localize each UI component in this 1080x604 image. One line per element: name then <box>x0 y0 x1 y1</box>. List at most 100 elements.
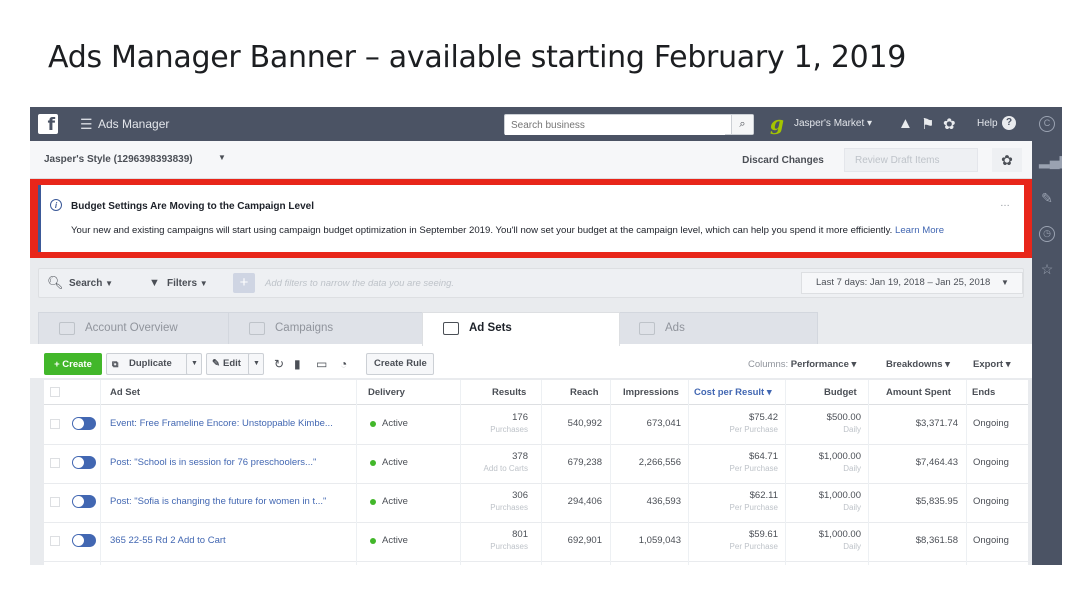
row-checkbox[interactable] <box>50 458 60 468</box>
notifications-bell-icon[interactable]: ▲ <box>898 115 913 132</box>
ad-set-name-link[interactable]: Post: "Sofia is changing the future for … <box>110 496 326 507</box>
ad-set-name-link[interactable]: 365 22-55 Rd 2 Add to Cart <box>110 535 226 546</box>
ad-set-toggle[interactable] <box>72 495 96 508</box>
search-icon[interactable]: ⌕ <box>731 115 753 134</box>
col-reach[interactable]: Reach <box>570 387 599 398</box>
breakdowns-dropdown[interactable]: Breakdowns ▾ <box>886 359 950 370</box>
col-budget[interactable]: Budget <box>824 387 857 398</box>
ends-value: Ongoing <box>973 457 1009 468</box>
delivery-status: Active <box>382 418 408 429</box>
amount-spent-value: $7,464.43 <box>915 457 958 468</box>
budget-value[interactable]: $1,000.00 <box>819 490 861 501</box>
column-divider <box>688 380 689 565</box>
search-dropdown[interactable]: Search ▼ <box>69 278 113 289</box>
app-name[interactable]: Ads Manager <box>98 117 169 131</box>
folder-icon <box>249 322 265 335</box>
duplicate-button[interactable]: ⧉ Duplicate <box>106 353 190 375</box>
ad-set-name-link[interactable]: Post: "School is in session for 76 presc… <box>110 457 316 468</box>
export-dropdown[interactable]: Export ▾ <box>973 359 1011 370</box>
col-results[interactable]: Results <box>492 387 526 398</box>
preview-icon[interactable]: ▭ <box>316 353 327 375</box>
columns-dropdown[interactable]: Columns: Performance ▾ <box>748 359 856 370</box>
menu-icon[interactable]: ☰ <box>80 116 93 133</box>
search-icon[interactable]: 🔍︎ <box>47 275 64 291</box>
delivery-status: Active <box>382 535 408 546</box>
budget-value[interactable]: $500.00 <box>827 412 861 423</box>
results-value: 176 <box>512 412 528 423</box>
row-checkbox[interactable] <box>50 419 60 429</box>
column-divider <box>541 380 542 565</box>
ad-set-toggle[interactable] <box>72 417 96 430</box>
column-divider <box>100 380 101 565</box>
filter-placeholder[interactable]: Add filters to narrow the data you are s… <box>265 278 454 289</box>
budget-value[interactable]: $1,000.00 <box>819 529 861 540</box>
tab-ads[interactable]: Ads <box>618 312 818 346</box>
ads-manager-window: f ☰ Ads Manager ⌕ g Jasper's Market ▾ ▲ … <box>30 107 1062 565</box>
facebook-logo-icon[interactable]: f <box>38 114 58 135</box>
settings-gear-icon[interactable]: ✿ <box>943 115 956 133</box>
create-button[interactable]: + Create <box>44 353 102 375</box>
cost-per-result-value: $59.61 <box>748 529 778 540</box>
learn-more-link[interactable]: Learn More <box>895 225 944 236</box>
column-divider <box>356 380 357 565</box>
help-link[interactable]: Help <box>977 118 998 129</box>
refresh-icon[interactable]: ↻ <box>274 353 284 375</box>
discard-changes-button[interactable]: Discard Changes <box>730 148 836 172</box>
clock-icon[interactable]: C <box>1039 116 1055 132</box>
flag-icon[interactable]: ⚑ <box>921 115 934 133</box>
chevron-down-icon[interactable]: ▼ <box>248 353 264 375</box>
chevron-down-icon[interactable]: ▼ <box>186 353 202 375</box>
chart-pie-icon[interactable]: ◔ <box>340 353 347 375</box>
add-filter-button[interactable]: + <box>233 273 255 293</box>
row-checkbox[interactable] <box>50 497 60 507</box>
edit-button[interactable]: ✎ Edit <box>206 353 250 375</box>
col-impressions[interactable]: Impressions <box>623 387 679 398</box>
results-type: Purchases <box>490 542 528 551</box>
chevron-down-icon[interactable]: ▼ <box>218 153 226 162</box>
tab-campaigns[interactable]: Campaigns <box>228 312 424 346</box>
create-rule-button[interactable]: Create Rule <box>366 353 434 375</box>
filters-dropdown[interactable]: Filters ▼ <box>167 278 208 289</box>
star-icon[interactable]: ☆ <box>1039 261 1055 277</box>
chevron-down-icon: ▼ <box>199 279 208 288</box>
table-row[interactable]: Post: "Sofia is changing the future for … <box>44 484 1028 523</box>
account-settings-gear-icon[interactable]: ✿ <box>992 148 1022 172</box>
banner-title: Budget Settings Are Moving to the Campai… <box>71 201 314 212</box>
ad-account-selector[interactable]: Jasper's Style (1296398393839) <box>44 154 193 165</box>
search-dropdown-label: Search <box>69 278 103 289</box>
review-draft-items-button[interactable]: Review Draft Items <box>844 148 978 172</box>
history-icon[interactable]: ◷ <box>1039 226 1055 242</box>
column-divider <box>868 380 869 565</box>
date-range-picker[interactable]: Last 7 days: Jan 19, 2018 – Jan 25, 2018… <box>801 272 1023 294</box>
ad-set-toggle[interactable] <box>72 456 96 469</box>
filter-icon[interactable]: ▼ <box>149 277 160 289</box>
delivery-status: Active <box>382 457 408 468</box>
col-ends[interactable]: Ends <box>972 387 995 398</box>
col-amount-spent[interactable]: Amount Spent <box>886 387 951 398</box>
ad-set-name-link[interactable]: Event: Free Frameline Encore: Unstoppabl… <box>110 418 333 429</box>
col-delivery[interactable]: Delivery <box>368 387 405 398</box>
banner-more-icon[interactable]: … <box>1000 198 1010 209</box>
search-business-input[interactable] <box>505 116 725 135</box>
search-business-field[interactable]: ⌕ <box>504 114 754 135</box>
pencil-icon[interactable]: ✎ <box>1039 190 1055 206</box>
right-rail: C ▂▄▆ ✎ ◷ ☆ <box>1032 107 1062 565</box>
table-row[interactable]: 365 22-55 Rd 2 Add to Cart Active 801 Purch… <box>44 523 1028 562</box>
table-toolbar: + Create ⧉ Duplicate ▼ ✎ Edit ▼ ↻ ▮ ▭ ◔ Cr… <box>30 344 1032 378</box>
col-cost-per-result[interactable]: Cost per Result ▾ <box>694 387 772 398</box>
cost-per-result-type: Per Purchase <box>729 425 778 434</box>
business-account-selector[interactable]: Jasper's Market ▾ <box>794 118 872 129</box>
table-row[interactable]: Post: "School is in session for 76 presc… <box>44 445 1028 484</box>
col-ad-set[interactable]: Ad Set <box>110 387 140 398</box>
tab-account-overview[interactable]: Account Overview <box>38 312 236 346</box>
table-row[interactable]: Event: Free Frameline Encore: Unstoppabl… <box>44 406 1028 445</box>
select-all-checkbox[interactable] <box>50 387 60 397</box>
trash-icon[interactable]: ▮ <box>294 353 301 375</box>
row-checkbox[interactable] <box>50 536 60 546</box>
tab-ad-sets[interactable]: Ad Sets <box>422 312 620 346</box>
bar-chart-icon[interactable]: ▂▄▆ <box>1039 152 1062 168</box>
ad-set-toggle[interactable] <box>72 534 96 547</box>
help-question-icon[interactable]: ? <box>1002 116 1016 130</box>
budget-value[interactable]: $1,000.00 <box>819 451 861 462</box>
cost-per-result-type: Per Purchase <box>729 542 778 551</box>
